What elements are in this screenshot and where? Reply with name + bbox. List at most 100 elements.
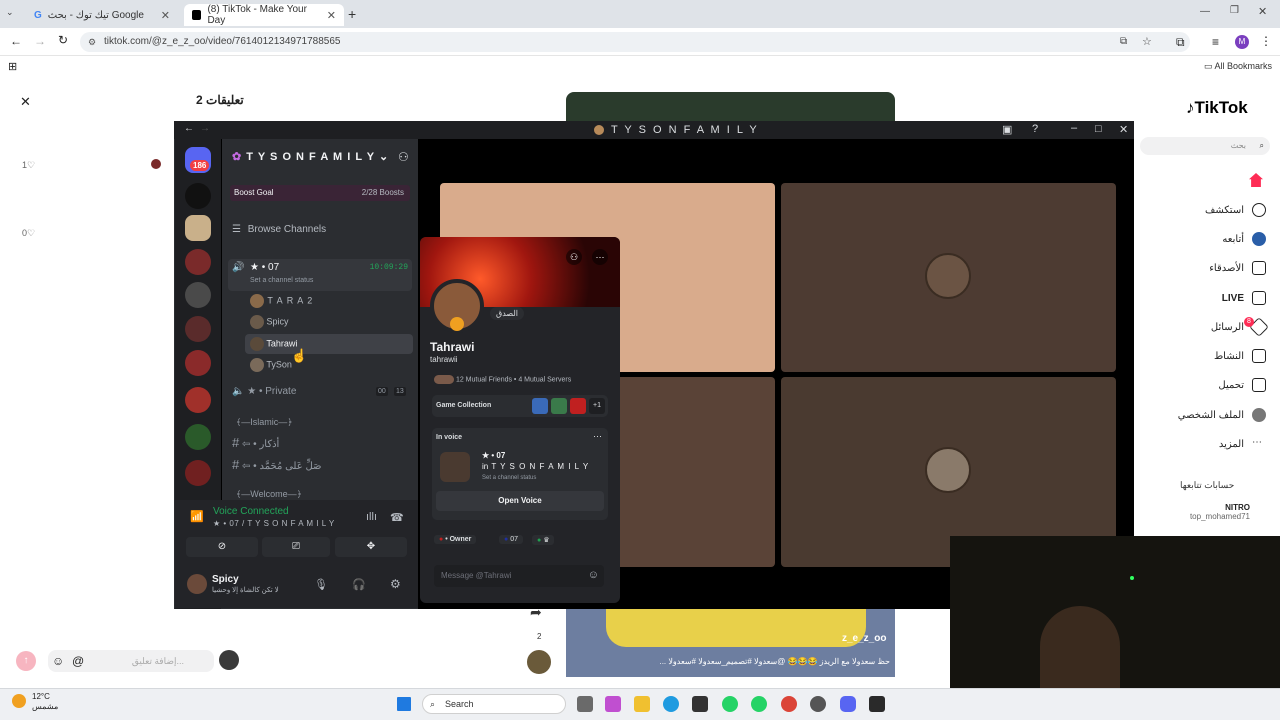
private-channel[interactable]: 🔈 ★ • Private 00 13 [232, 386, 412, 397]
search-icon[interactable]: ⌕ [1260, 137, 1264, 155]
tab-tiktok[interactable]: (8) TikTok - Make Your Day ✕ [184, 4, 344, 26]
video-handle[interactable]: z_e_z_oo [842, 633, 886, 644]
restore-icon[interactable]: ❐ [1230, 5, 1239, 16]
all-bookmarks[interactable]: ▭ All Bookmarks [1204, 61, 1272, 72]
voice-member[interactable]: T A R A 2 [250, 294, 313, 308]
activities-button[interactable]: ✥ [335, 537, 407, 557]
discord-icon[interactable] [840, 696, 856, 712]
voice-member[interactable]: TySon [250, 358, 292, 372]
close-tab-icon[interactable]: ✕ [161, 9, 170, 22]
emoji-icon[interactable]: ☺ [588, 569, 599, 581]
following-account[interactable]: NITRO top_mohamed71 [1170, 503, 1250, 521]
apps-icon[interactable]: ⊞ [8, 60, 17, 73]
voice-member-hovered[interactable]: Tahrawi [245, 334, 413, 354]
creator-avatar[interactable] [525, 648, 553, 676]
whatsapp-icon[interactable] [722, 696, 738, 712]
send-comment-button[interactable]: ↑ [16, 651, 36, 671]
user-avatar[interactable] [187, 574, 207, 594]
open-voice-button[interactable]: Open Voice [436, 491, 604, 511]
mute-icon[interactable]: 🎙 [314, 578, 328, 591]
deafen-icon[interactable]: 🎧 [352, 578, 366, 591]
game-collection[interactable]: Game Collection +1 [432, 395, 608, 417]
mention-icon[interactable]: @ [72, 650, 84, 672]
video-caption[interactable]: حظ سعدولا مع الريدز 😂😂😂 @سعدولا #تصميم_س… [572, 657, 890, 666]
chrome-icon[interactable] [781, 696, 797, 712]
nav-profile[interactable]: الملف الشخصي [1136, 405, 1266, 425]
tiktok-logo[interactable]: ♪TikTok [1186, 98, 1248, 118]
minimize-icon[interactable]: — [1200, 6, 1210, 17]
epic-games-icon[interactable] [869, 696, 885, 712]
install-icon[interactable]: ⧉ [1120, 32, 1127, 52]
role-crown[interactable]: ● ♛ [532, 535, 555, 545]
nav-live[interactable]: LIVE [1136, 288, 1266, 308]
user-name[interactable]: Spicy [212, 574, 239, 585]
maximize-icon[interactable]: □ [1095, 123, 1102, 135]
tiktok-video[interactable]: z_e_z_oo حظ سعدولا مع الريدز 😂😂😂 @سعدولا… [566, 609, 895, 677]
store-icon[interactable] [692, 696, 708, 712]
app-icon[interactable] [810, 696, 826, 712]
new-tab-button[interactable]: + [348, 6, 356, 22]
server-icon[interactable] [185, 282, 211, 308]
server-icon[interactable] [185, 215, 211, 241]
weather-widget[interactable]: 12°C مشمس [32, 692, 58, 712]
server-icon[interactable] [185, 424, 211, 450]
server-icon[interactable] [185, 183, 211, 209]
bookmark-star-icon[interactable]: ☆ [1142, 32, 1152, 52]
channel-azkar[interactable]: # ⇦ • أذكار [232, 435, 279, 450]
more-icon[interactable]: ⋯ [593, 431, 602, 442]
mutuals[interactable]: 12 Mutual Friends • 4 Mutual Servers [434, 375, 571, 384]
reload-icon[interactable]: ↻ [58, 33, 68, 47]
like-count[interactable]: 1♡ [22, 160, 35, 171]
nav-following[interactable]: أتابعه [1136, 229, 1266, 249]
task-view-icon[interactable] [577, 696, 593, 712]
server-icon[interactable] [185, 249, 211, 275]
back-icon[interactable]: ← [10, 34, 22, 48]
reading-list-icon[interactable]: ≡ [1212, 35, 1219, 49]
nav-more[interactable]: المزيد ⋯ [1136, 434, 1266, 454]
forward-icon[interactable]: → [34, 34, 46, 48]
close-icon[interactable]: ✕ [1119, 123, 1128, 136]
message-input[interactable]: Message @Tahrawi ☺ [434, 565, 604, 587]
server-header[interactable]: ✿ T Y S O N F A M I L Y ⌄ [232, 150, 389, 163]
invite-icon[interactable]: ⚇ [398, 150, 409, 164]
file-explorer-icon[interactable] [634, 696, 650, 712]
server-icon[interactable] [185, 387, 211, 413]
voice-connected-status[interactable]: Voice Connected [213, 506, 289, 517]
close-tab-icon[interactable]: ✕ [327, 9, 336, 22]
server-icon[interactable] [185, 316, 211, 342]
nav-upload[interactable]: تحميل [1136, 375, 1266, 395]
server-icon[interactable] [185, 460, 211, 486]
role-owner[interactable]: ● • Owner [434, 535, 477, 544]
category-islamic[interactable]: ﴾—Islamic—﴿ [236, 417, 293, 428]
search-input[interactable]: بحث ⌕ [1140, 137, 1270, 155]
edge-icon[interactable] [663, 696, 679, 712]
category-welcome[interactable]: ﴾—Welcome—﴿ [236, 489, 302, 500]
inbox-icon[interactable]: ▣ [1002, 123, 1012, 136]
disconnect-icon[interactable]: ☎ [390, 511, 404, 524]
nav-explore[interactable]: استكشف [1136, 200, 1266, 220]
share-icon[interactable]: ➦ [530, 604, 542, 621]
server-icon[interactable] [185, 350, 211, 376]
minimize-icon[interactable]: – [1071, 122, 1077, 134]
my-avatar[interactable] [219, 650, 239, 670]
noise-suppression-icon[interactable]: ıllı [366, 511, 377, 523]
taskbar-search[interactable]: ⌕ Search [422, 694, 566, 714]
help-icon[interactable]: ? [1032, 123, 1038, 135]
menu-icon[interactable]: ⋮ [1260, 34, 1272, 48]
emoji-icon[interactable]: ☺ [52, 650, 64, 672]
tab-list-button[interactable]: ⌄ [6, 7, 20, 21]
nav-friends[interactable]: الأصدقاء [1136, 258, 1266, 278]
add-friend-icon[interactable]: ⚇ [566, 249, 582, 265]
video-thumbnail[interactable] [566, 92, 895, 121]
extensions-icon[interactable]: ⧉ [1176, 35, 1185, 50]
camera-off-button[interactable]: ⊘ [186, 537, 258, 557]
close-comments-icon[interactable]: ✕ [20, 94, 31, 110]
more-options-icon[interactable]: ⋯ [592, 249, 608, 265]
comment-avatar[interactable] [151, 159, 161, 169]
site-info-icon[interactable]: ⚙ [88, 32, 96, 52]
settings-gear-icon[interactable]: ⚙ [390, 577, 401, 591]
back-arrow-icon[interactable]: ← [184, 123, 194, 134]
video-tile[interactable] [781, 183, 1116, 372]
voice-member[interactable]: Spicy [250, 315, 289, 329]
address-bar[interactable]: ⚙ tiktok.com/@z_e_z_oo/video/76140121349… [80, 32, 1190, 52]
